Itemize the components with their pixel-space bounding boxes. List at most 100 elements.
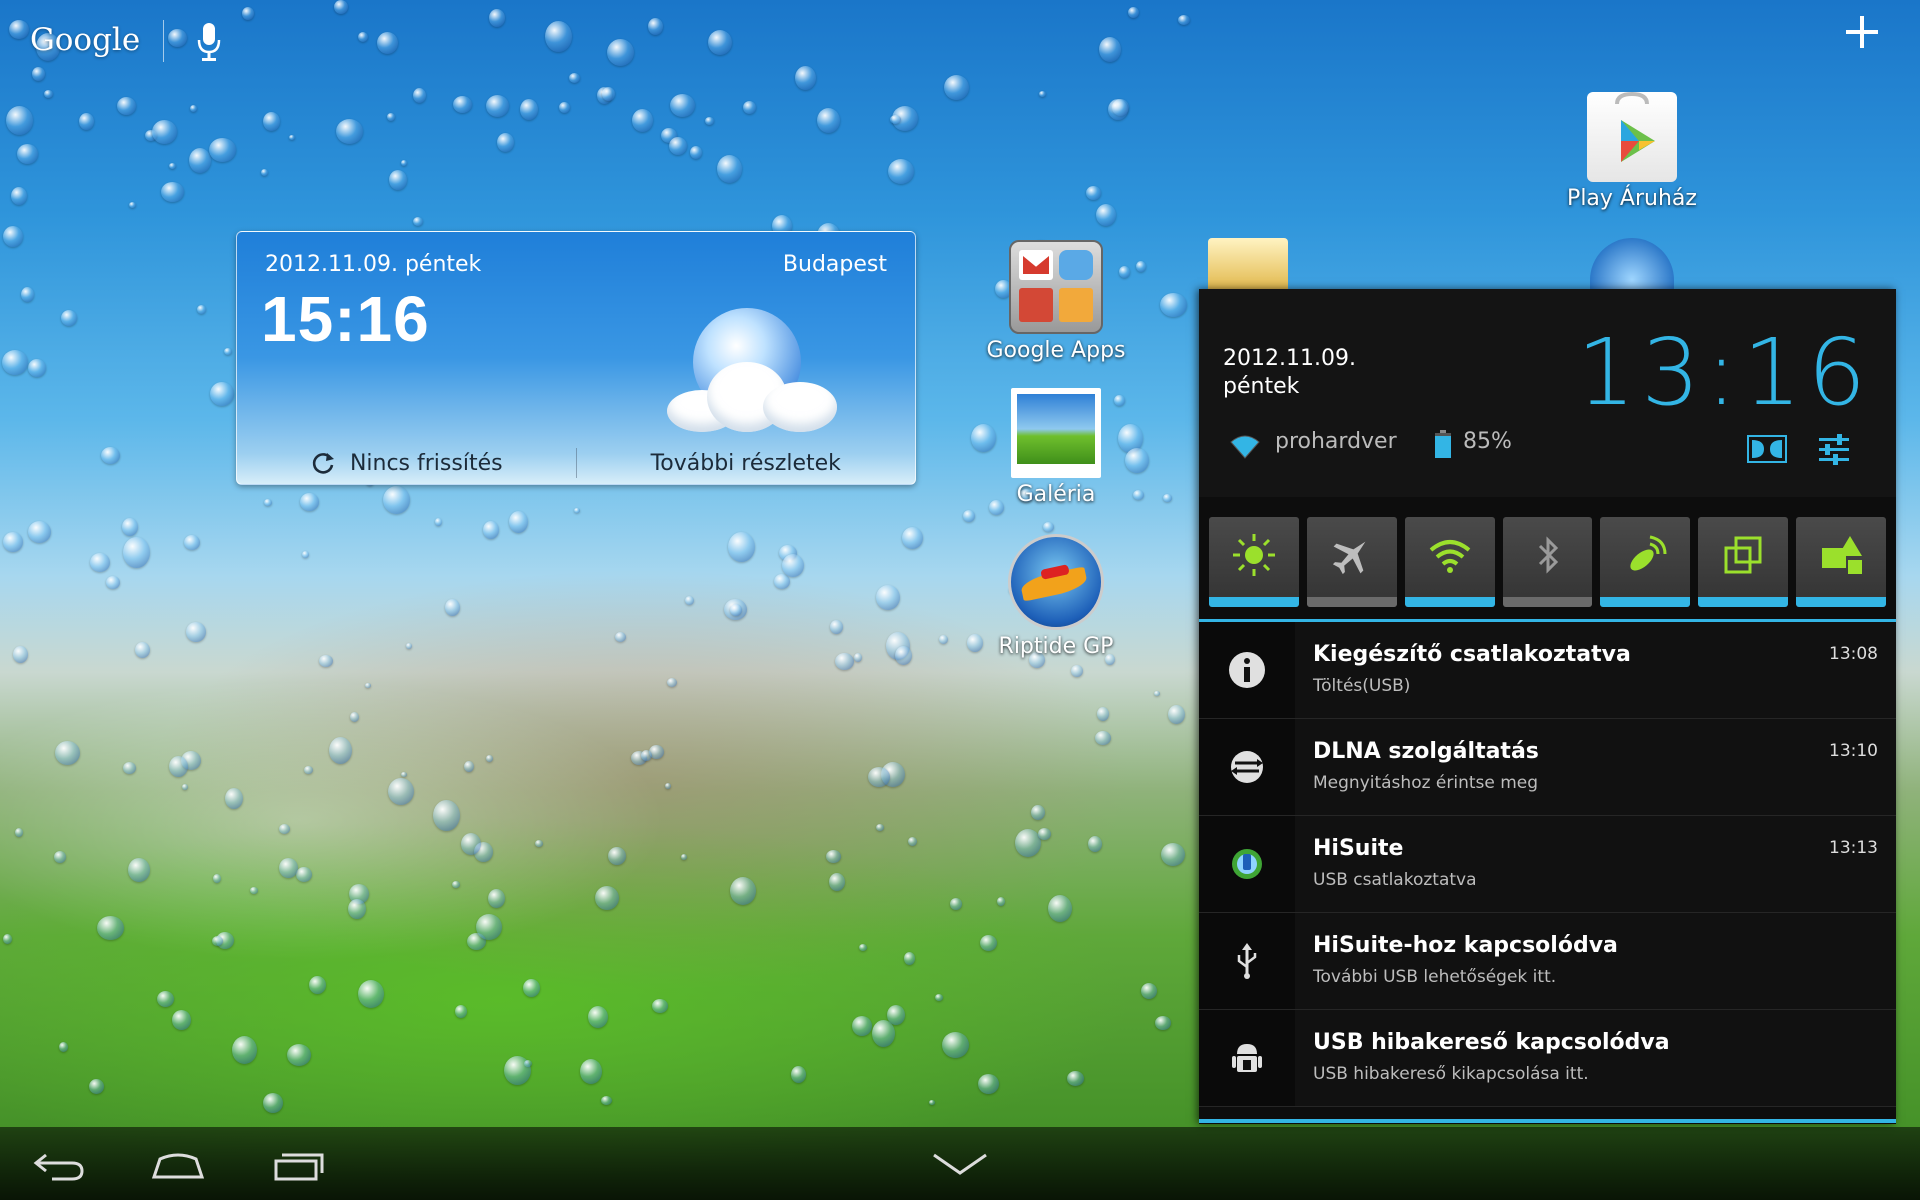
back-button[interactable]: [32, 1147, 88, 1183]
details-button[interactable]: További részletek: [577, 442, 916, 484]
raindrop: [1095, 731, 1111, 745]
raindrop: [1178, 15, 1190, 25]
raindrop: [826, 850, 841, 863]
raindrop: [89, 1079, 104, 1094]
wifi-ssid: prohardver: [1275, 429, 1397, 454]
raindrop: [123, 537, 150, 568]
widget-time: 15:16: [261, 283, 430, 355]
app-google-apps-folder[interactable]: Google Apps: [976, 240, 1136, 363]
add-widget-icon[interactable]: [1844, 14, 1880, 50]
raindrop: [209, 138, 236, 162]
toggle-bluetooth[interactable]: [1502, 517, 1593, 607]
raindrop: [184, 535, 200, 550]
auto-rotate-icon: [1724, 536, 1762, 574]
raindrop: [876, 585, 900, 610]
notification-item[interactable]: HiSuite USB csatlakoztatva 13:13: [1199, 816, 1896, 913]
raindrop: [44, 90, 53, 98]
hide-notifications-chevron-icon[interactable]: [932, 1147, 988, 1183]
brightness-icon: [1232, 534, 1275, 576]
notification-item[interactable]: Kiegészítő csatlakoztatva Töltés(USB) 13…: [1199, 622, 1896, 719]
app-riptide-gp[interactable]: Riptide GP: [976, 534, 1136, 659]
notification-time: 13:10: [1829, 741, 1878, 761]
widget-date: 2012.11.09. péntek: [265, 252, 482, 277]
gallery-icon: [1011, 388, 1101, 478]
raindrop: [90, 553, 110, 572]
raindrop: [2, 350, 28, 375]
raindrop: [890, 115, 901, 124]
toggle-sync[interactable]: [1796, 517, 1887, 607]
raindrop: [1038, 828, 1051, 840]
raindrop: [336, 119, 363, 144]
home-button[interactable]: [150, 1147, 206, 1183]
raindrop: [182, 784, 188, 790]
raindrop: [210, 382, 234, 406]
browser-icon[interactable]: [1590, 238, 1674, 290]
dolby-icon[interactable]: [1747, 435, 1787, 463]
notification-icon-box: [1199, 1010, 1295, 1106]
notification-subtitle: További USB lehetőségek itt.: [1313, 967, 1557, 987]
recent-apps-button[interactable]: [272, 1147, 328, 1183]
wifi-icon: [1429, 540, 1470, 573]
notification-item[interactable]: HiSuite-hoz kapcsolódva További USB lehe…: [1199, 913, 1896, 1010]
raindrop: [401, 772, 407, 777]
notification-item[interactable]: USB hibakereső kapcsolódva USB hibakeres…: [1199, 1010, 1896, 1107]
notification-time: 13:08: [1829, 644, 1878, 664]
quick-toggles: [1209, 517, 1887, 607]
panel-bottom-line: [1199, 1119, 1896, 1123]
android-debug-icon: [1232, 1044, 1262, 1072]
raindrop: [350, 712, 359, 722]
toggle-brightness[interactable]: [1209, 517, 1299, 607]
toggle-airplane-mode[interactable]: [1306, 517, 1397, 607]
raindrop: [782, 554, 804, 577]
raindrop: [588, 1006, 608, 1028]
toggle-gps[interactable]: [1600, 517, 1691, 607]
widget-city[interactable]: Budapest: [783, 252, 887, 277]
toggle-wifi[interactable]: [1404, 517, 1495, 607]
raindrop: [32, 67, 45, 81]
raindrop: [681, 854, 687, 860]
raindrop: [11, 187, 27, 205]
app-play-store[interactable]: Play Áruház: [1552, 91, 1712, 211]
app-gallery[interactable]: Galéria: [976, 388, 1136, 507]
notification-subtitle: Töltés(USB): [1313, 676, 1411, 696]
raindrop: [1067, 1071, 1084, 1086]
raindrop: [607, 39, 634, 66]
raindrop: [28, 359, 46, 377]
notification-subtitle: Megnyitáshoz érintse meg: [1313, 773, 1539, 793]
toggle-auto-rotate[interactable]: [1698, 517, 1789, 607]
raindrop: [665, 783, 671, 789]
app-label: Riptide GP: [998, 634, 1114, 659]
raindrop: [172, 1010, 191, 1030]
raindrop: [279, 824, 290, 834]
raindrop: [1155, 1016, 1171, 1030]
raindrop: [535, 840, 543, 847]
raindrop: [730, 877, 756, 905]
notification-time: 13:13: [1829, 838, 1878, 858]
raindrop: [329, 737, 352, 764]
raindrop: [652, 999, 668, 1013]
raindrop: [950, 898, 962, 910]
raindrop: [152, 120, 177, 144]
refresh-button[interactable]: Nincs frissítés: [237, 442, 576, 484]
dlna-icon: [1231, 751, 1263, 783]
notification-icon-box: [1199, 719, 1295, 815]
raindrop: [296, 867, 312, 882]
raindrop: [186, 622, 206, 642]
microphone-icon[interactable]: [196, 22, 222, 62]
google-search-logo[interactable]: Google: [30, 22, 140, 58]
raindrop: [670, 94, 695, 117]
raindrop: [835, 653, 854, 670]
toggle-indicator: [1600, 597, 1691, 607]
raindrop: [520, 99, 538, 120]
notification-icon-box: [1199, 913, 1295, 1009]
raindrop: [17, 144, 38, 164]
panel-date: 2012.11.09. péntek: [1223, 345, 1356, 401]
weather-clock-widget[interactable]: 2012.11.09. péntek Budapest 15:16 Nincs …: [236, 231, 916, 485]
raindrop: [997, 897, 1005, 906]
email-icon[interactable]: [1208, 238, 1288, 290]
raindrop: [358, 980, 384, 1008]
raindrop: [791, 1066, 806, 1083]
quick-settings-icon[interactable]: [1817, 432, 1851, 466]
notification-item[interactable]: DLNA szolgáltatás Megnyitáshoz érintse m…: [1199, 719, 1896, 816]
hisuite-icon: [1232, 849, 1262, 879]
